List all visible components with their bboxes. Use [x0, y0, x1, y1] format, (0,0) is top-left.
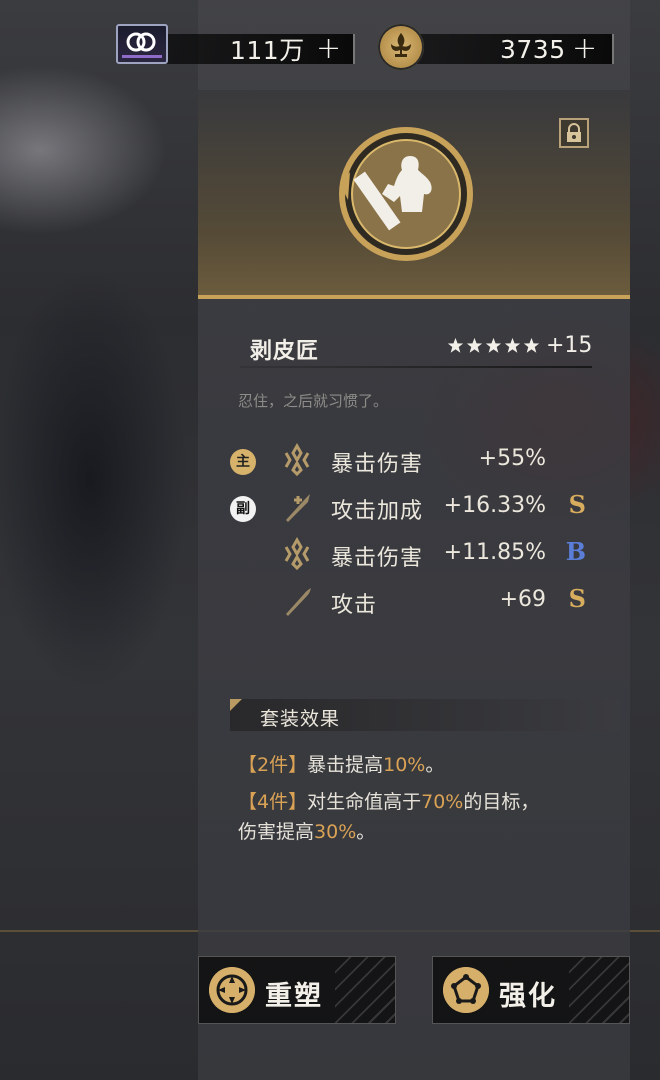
star-rating — [447, 337, 540, 354]
stat-row-sub: 副 攻击加成 +16.33% S — [230, 490, 600, 524]
set-effect-title: 套装效果 — [260, 708, 341, 730]
item-name: 剥皮匠 — [250, 339, 320, 364]
attack-icon — [286, 588, 311, 616]
enhance-button[interactable]: 强化 — [432, 956, 630, 1024]
reshape-button[interactable]: 重塑 — [198, 956, 396, 1024]
set-piece-count: 【4件】 — [238, 791, 308, 813]
set-effect-4pc-cont: 伤害提高30%。 — [238, 816, 375, 848]
coin-amount: 3735 — [500, 34, 566, 64]
stat-row-sub: 攻击 +69 S — [230, 584, 600, 618]
attack-bonus-icon — [286, 494, 310, 522]
lock-icon — [567, 123, 581, 142]
ticket-add-button[interactable]: + — [316, 34, 341, 64]
stat-row-main: 主 暴击伤害 +55% — [230, 443, 600, 477]
set-effect-text: 暴击提高 — [307, 754, 384, 776]
stat-value: +55% — [478, 446, 546, 471]
enhance-label: 强化 — [499, 981, 557, 1012]
set-effect-value: 10% — [383, 754, 426, 776]
stat-grade-badge: B — [565, 537, 586, 566]
star-icon — [466, 337, 483, 353]
enhance-level: +15 — [546, 333, 593, 358]
stat-grade-badge: S — [568, 490, 586, 519]
set-piece-count: 【2件】 — [238, 754, 308, 776]
stat-value: +69 — [499, 587, 546, 612]
star-icon — [523, 337, 540, 353]
title-divider — [240, 366, 592, 368]
crit-damage-icon — [284, 537, 310, 571]
stat-name: 攻击加成 — [331, 499, 424, 524]
set-effect-4pc: 【4件】对生命值高于70%的目标， — [238, 786, 539, 818]
stat-row-sub: 暴击伤害 +11.85% B — [230, 537, 600, 571]
set-effect-text: 。 — [425, 754, 445, 776]
coin-add-button[interactable]: + — [572, 34, 597, 64]
coin-currency-bar: 3735 + — [400, 34, 614, 64]
reshape-label: 重塑 — [265, 981, 323, 1012]
ticket-amount: 111万 — [230, 36, 305, 65]
item-description: 忍住，之后就习惯了。 — [238, 392, 389, 410]
set-effect-value: 70% — [421, 791, 464, 813]
star-icon — [485, 337, 502, 353]
stat-name: 攻击 — [331, 593, 378, 618]
stat-name: 暴击伤害 — [331, 546, 424, 571]
stat-grade-badge: S — [568, 584, 586, 613]
stat-name: 暴击伤害 — [331, 452, 424, 477]
reshape-icon — [209, 967, 255, 1013]
set-effect-text: 对生命值高于 — [307, 791, 422, 813]
stat-value: +11.85% — [443, 540, 546, 565]
star-icon — [504, 337, 521, 353]
set-effect-2pc: 【2件】暴击提高10%。 — [238, 749, 444, 781]
crit-damage-icon — [284, 443, 310, 477]
star-icon — [447, 337, 464, 353]
sub-stat-tag: 副 — [230, 496, 256, 522]
set-effect-text: 的目标， — [463, 791, 540, 813]
main-stat-tag: 主 — [230, 449, 256, 475]
stat-value: +16.33% — [443, 493, 546, 518]
set-effect-value: 30% — [314, 821, 357, 843]
lock-toggle[interactable] — [559, 118, 589, 148]
ticket-icon — [116, 24, 168, 64]
item-emblem — [330, 124, 478, 266]
set-effect-text: 伤害提高 — [238, 821, 315, 843]
ticket-currency-bar: 111万 + — [140, 34, 355, 65]
fleur-de-lis-coin-icon — [378, 24, 424, 70]
set-effect-text: 。 — [356, 821, 376, 843]
enhance-icon — [443, 967, 489, 1013]
